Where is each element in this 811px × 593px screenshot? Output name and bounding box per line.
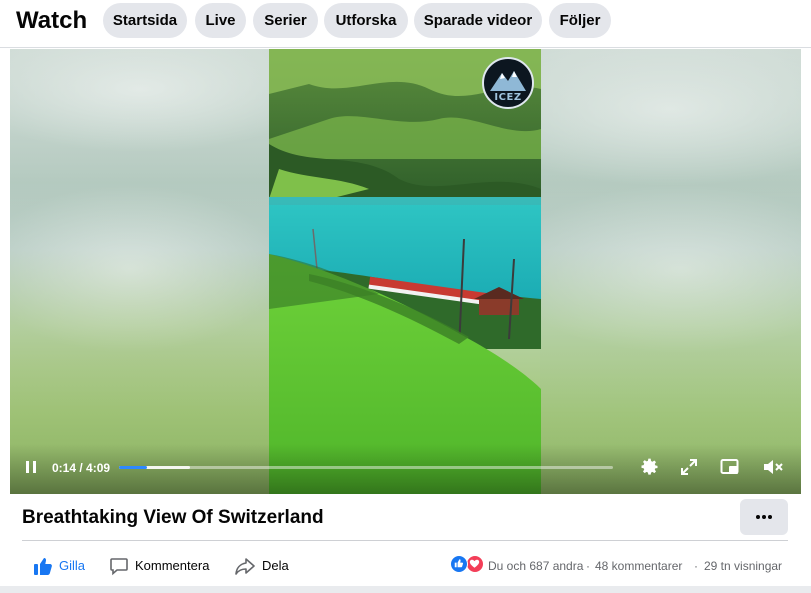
tab-startsida[interactable]: Startsida — [103, 3, 187, 38]
video-frame: ICEZ — [269, 49, 541, 494]
comment-label: Kommentera — [135, 558, 210, 573]
blur-right — [540, 49, 801, 494]
fullscreen-icon[interactable] — [680, 458, 698, 476]
more-options-button[interactable] — [740, 499, 788, 535]
love-reaction-icon — [466, 555, 484, 573]
comments-count[interactable]: 48 kommentarer — [595, 559, 682, 573]
more-dots-icon — [756, 515, 772, 519]
picture-in-picture-icon[interactable] — [720, 457, 740, 477]
watermark-text: ICEZ — [494, 92, 522, 103]
watch-header: Watch Startsida Live Serier Utforska Spa… — [0, 0, 811, 48]
channel-watermark-logo: ICEZ — [482, 57, 534, 109]
stats-separator: · — [586, 559, 590, 573]
video-player[interactable]: ICEZ 0:14 / 4:09 — [10, 49, 801, 494]
video-title: Breathtaking View Of Switzerland — [22, 507, 324, 528]
played-bar — [119, 466, 147, 469]
comment-button[interactable]: Kommentera — [108, 551, 218, 581]
tab-serier[interactable]: Serier — [253, 3, 318, 38]
share-button[interactable]: Dela — [234, 551, 294, 581]
pause-icon[interactable] — [24, 459, 38, 475]
switzerland-landscape-image — [269, 49, 541, 494]
comment-icon — [110, 558, 128, 576]
tab-foljer[interactable]: Följer — [549, 3, 611, 38]
tab-sparade-videor[interactable]: Sparade videor — [414, 3, 542, 38]
share-label: Dela — [262, 558, 289, 573]
page-title: Watch — [16, 7, 88, 34]
divider — [22, 540, 788, 541]
tab-live[interactable]: Live — [195, 3, 246, 38]
video-controls: 0:14 / 4:09 — [10, 444, 801, 494]
thumbs-up-icon — [34, 558, 52, 575]
stats-separator: · — [694, 559, 698, 573]
like-button[interactable]: Gilla — [30, 551, 92, 581]
like-label: Gilla — [59, 558, 86, 573]
views-count: 29 tn visningar — [704, 559, 783, 573]
share-arrow-icon — [235, 558, 255, 575]
blur-left — [10, 49, 269, 494]
settings-icon[interactable] — [640, 457, 660, 477]
tab-utforska[interactable]: Utforska — [324, 3, 408, 38]
bottom-edge — [0, 586, 811, 593]
reactions-count[interactable]: Du och 687 andra — [488, 559, 583, 573]
video-time: 0:14 / 4:09 — [52, 461, 111, 475]
muted-volume-icon[interactable] — [762, 457, 784, 477]
like-reaction-icon — [450, 555, 468, 573]
progress-bar[interactable] — [119, 466, 613, 469]
